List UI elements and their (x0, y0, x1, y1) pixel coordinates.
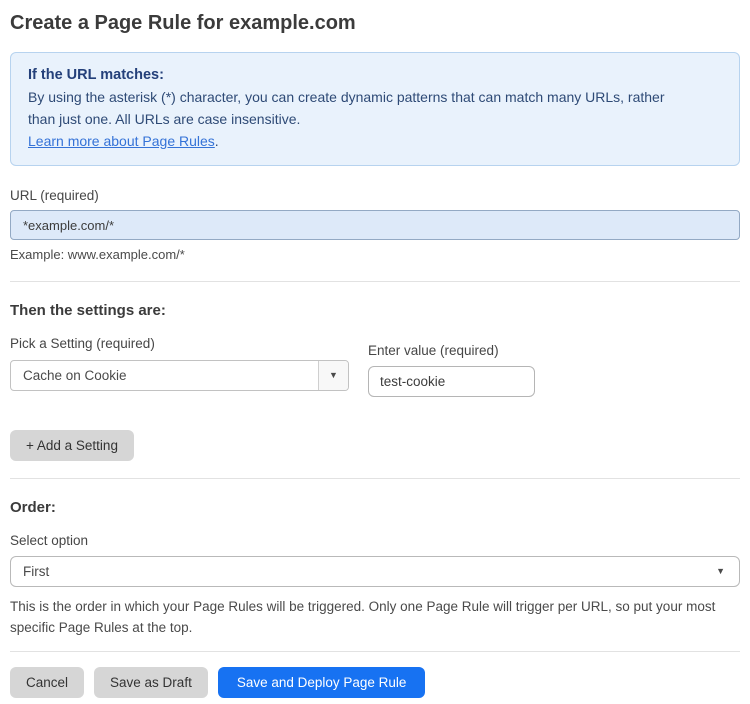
info-box-heading: If the URL matches: (28, 67, 164, 83)
learn-more-link[interactable]: Learn more about Page Rules (28, 133, 215, 149)
value-input[interactable] (368, 366, 535, 397)
divider (10, 478, 740, 479)
order-heading: Order: (10, 499, 56, 516)
url-label: URL (required) (10, 188, 99, 203)
save-deploy-button[interactable]: Save and Deploy Page Rule (217, 667, 426, 698)
actions-row: Cancel Save as Draft Save and Deploy Pag… (10, 667, 740, 698)
order-select-label: Select option (10, 533, 89, 548)
divider (10, 651, 740, 652)
url-match-info-box: If the URL matches: By using the asteris… (10, 52, 740, 166)
divider (10, 281, 740, 282)
caret-down-icon: ▼ (329, 370, 338, 380)
setting-select[interactable]: Cache on Cookie ▼ (10, 360, 349, 391)
settings-row: Pick a Setting (required) Cache on Cooki… (10, 336, 740, 397)
setting-select-group: Pick a Setting (required) Cache on Cooki… (10, 336, 349, 391)
save-draft-button[interactable]: Save as Draft (94, 667, 208, 698)
info-box-link-suffix: . (214, 133, 219, 149)
setting-select-value: Cache on Cookie (23, 368, 127, 383)
value-label: Enter value (required) (368, 343, 499, 358)
caret-down-icon: ▼ (716, 566, 725, 576)
order-select-value: First (23, 564, 50, 579)
order-select[interactable]: First ▼ (10, 556, 740, 587)
setting-select-label: Pick a Setting (required) (10, 336, 155, 351)
settings-heading: Then the settings are: (10, 302, 166, 319)
page-title: Create a Page Rule for example.com (10, 12, 356, 34)
add-setting-button[interactable]: + Add a Setting (10, 430, 134, 461)
info-box-body: By using the asterisk (*) character, you… (28, 89, 665, 127)
url-example-text: Example: www.example.com/* (10, 247, 185, 262)
setting-value-group: Enter value (required) (368, 343, 535, 397)
info-box-link-line: Learn more about Page Rules. (28, 130, 722, 152)
url-input[interactable] (10, 210, 740, 240)
cancel-button[interactable]: Cancel (10, 667, 85, 698)
order-help-text: This is the order in which your Page Rul… (10, 599, 716, 635)
setting-select-arrow-button[interactable]: ▼ (318, 361, 348, 390)
